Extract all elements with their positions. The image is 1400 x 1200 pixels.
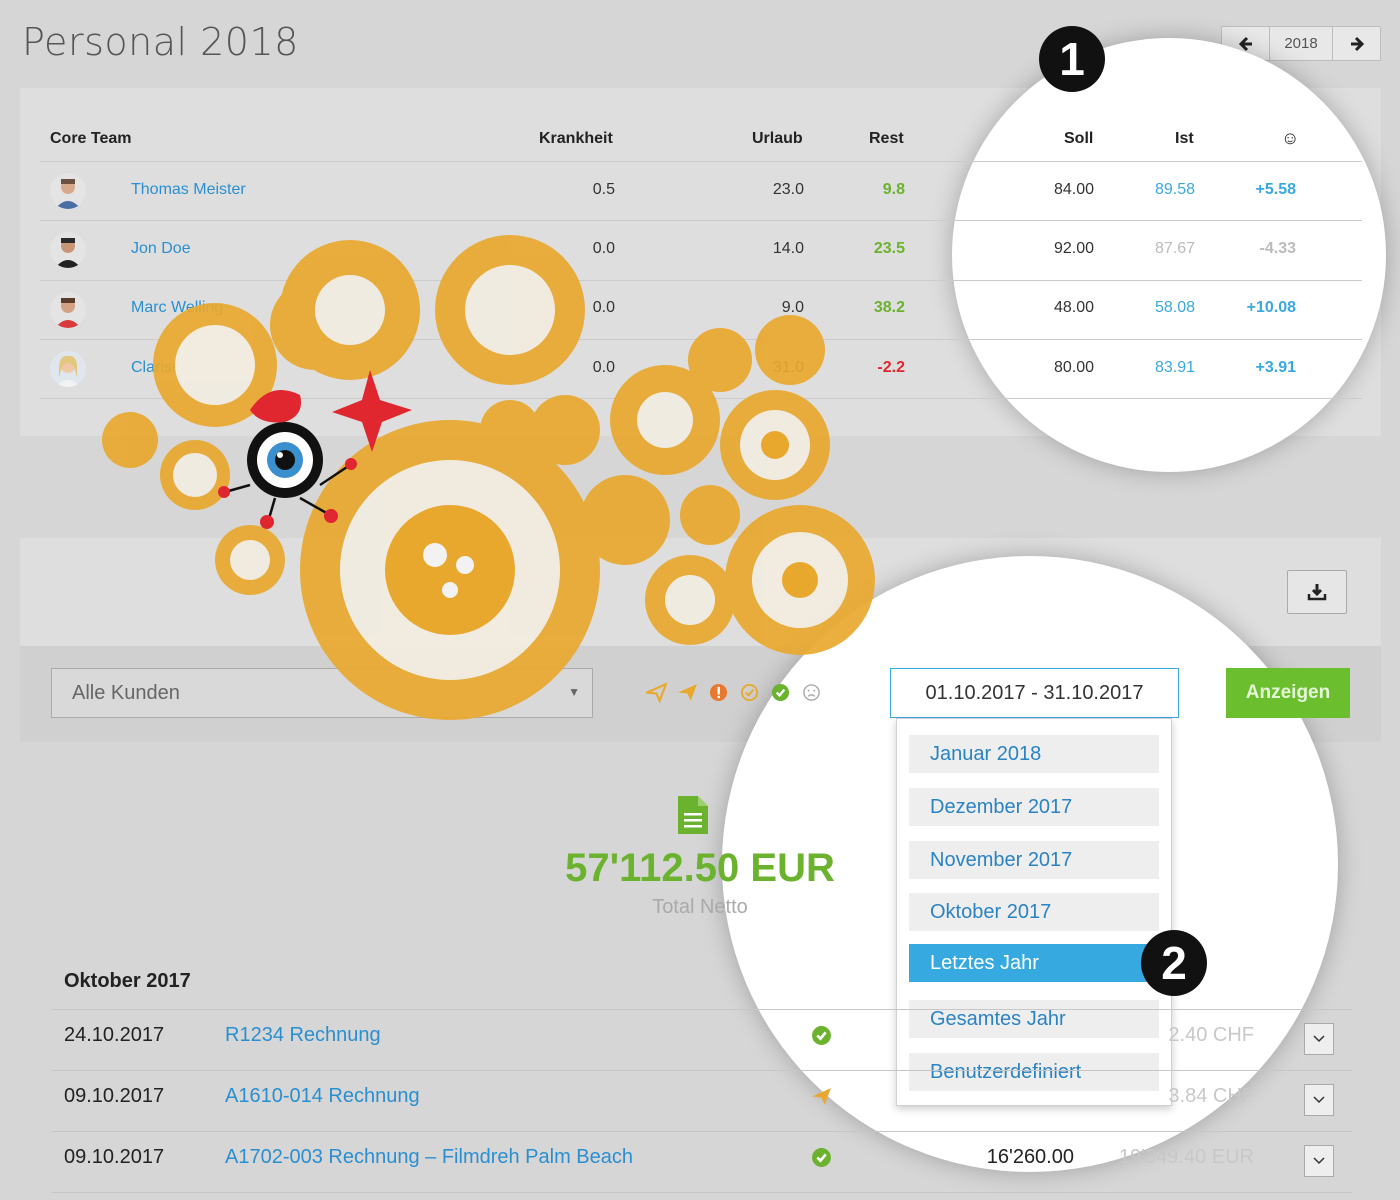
actual-value: 58.08 (1154, 299, 1195, 316)
download-icon (1307, 584, 1327, 601)
date-range-input[interactable]: 01.10.2017 - 31.10.2017 (890, 668, 1179, 718)
header-core-team: Core Team (50, 130, 132, 147)
avatar (50, 292, 86, 328)
row-expand-button[interactable] (1304, 1145, 1334, 1177)
illness-value: 0.0 (592, 240, 615, 257)
customer-select-value: Alle Kunden (72, 682, 180, 704)
target-value: 84.00 (1053, 181, 1094, 198)
difference-value: +10.08 (1246, 299, 1296, 316)
employee-name-link[interactable]: Thomas Meister (131, 181, 246, 199)
difference-value: +5.58 (1255, 181, 1296, 198)
illness-value: 0.0 (592, 299, 615, 316)
row-expand-button[interactable] (1304, 1023, 1334, 1055)
chevron-down-icon (1313, 1157, 1325, 1165)
chevron-down-icon (1313, 1096, 1325, 1104)
vacation-value: 31.0 (772, 359, 804, 376)
target-value: 48.00 (1053, 299, 1094, 316)
next-year-button[interactable] (1333, 27, 1380, 60)
row-divider (52, 1070, 1352, 1071)
customer-select[interactable]: Alle Kunden ▼ (51, 668, 593, 718)
page-title: Personal 2018 (22, 20, 299, 64)
month-heading: Oktober 2017 (64, 970, 191, 992)
employee-name-link[interactable]: Clarissa Cler (131, 359, 223, 377)
actual-value: 87.67 (1154, 240, 1195, 257)
header-target: Soll (1064, 130, 1094, 147)
avatar (50, 351, 86, 387)
show-button[interactable]: Anzeigen (1226, 668, 1350, 718)
target-value: 80.00 (1053, 359, 1094, 376)
invoice-title-link[interactable]: A1702-003 Rechnung – Filmdreh Palm Beach (225, 1146, 633, 1169)
target-value: 92.00 (1053, 240, 1094, 257)
row-divider (40, 220, 1362, 221)
header-vacation: Urlaub (752, 130, 803, 147)
header-illness: Krankheit (539, 130, 613, 147)
total-amount: 57'112.50 EUR (565, 846, 835, 890)
caret-down-icon: ▼ (568, 685, 580, 699)
invoice-title-link[interactable]: A1610-014 Rechnung (225, 1085, 420, 1108)
actual-value: 83.91 (1154, 359, 1195, 376)
difference-value: -4.33 (1259, 240, 1296, 257)
exclamation-circle-icon[interactable] (708, 682, 729, 703)
illness-value: 0.0 (592, 359, 615, 376)
rest-value: 38.2 (873, 299, 905, 316)
current-year: 2018 (1269, 27, 1333, 60)
invoice-date: 09.10.2017 (64, 1146, 165, 1168)
paper-plane-icon (811, 1086, 832, 1107)
invoice-net: 16'260.00 (986, 1146, 1074, 1168)
rest-value: -2.2 (877, 359, 905, 376)
row-expand-button[interactable] (1304, 1084, 1334, 1116)
invoice-date: 09.10.2017 (64, 1085, 165, 1107)
row-divider (40, 161, 1362, 162)
invoice-gross: 19'349.40 EUR (1118, 1146, 1254, 1168)
rest-value: 9.8 (882, 181, 905, 198)
dropdown-option-january-2018[interactable]: Januar 2018 (909, 735, 1159, 773)
check-circle-icon (811, 1147, 832, 1168)
illness-value: 0.5 (592, 181, 615, 198)
row-divider (40, 398, 1362, 399)
header-actual: Ist (1175, 130, 1194, 147)
paper-plane-outline-icon[interactable] (646, 682, 667, 703)
document-icon (676, 796, 710, 839)
invoice-gross: 2.40 CHF (1168, 1024, 1254, 1046)
avatar (50, 232, 86, 268)
callout-badge-2: 2 (1141, 930, 1207, 996)
invoice-title-link[interactable]: R1234 Rechnung (225, 1024, 381, 1047)
invoice-date: 24.10.2017 (64, 1024, 165, 1046)
download-button[interactable] (1287, 570, 1347, 614)
employee-name-link[interactable]: Marc Welling (131, 299, 223, 317)
row-divider (40, 280, 1362, 281)
rest-value: 23.5 (873, 240, 905, 257)
total-label: Total Netto (652, 896, 748, 918)
callout-badge-1: 1 (1039, 26, 1105, 92)
invoice-gross: 3.84 CHF (1168, 1085, 1254, 1107)
arrow-right-icon (1350, 36, 1364, 51)
check-circle-icon (811, 1025, 832, 1046)
row-divider (52, 1131, 1352, 1132)
header-rest: Rest (869, 130, 904, 147)
status-filter-icons (646, 682, 822, 703)
row-divider (40, 339, 1362, 340)
actual-value: 89.58 (1154, 181, 1195, 198)
chevron-down-icon (1313, 1035, 1325, 1043)
dropdown-option-last-year[interactable]: Letztes Jahr (909, 944, 1149, 982)
check-circle-outline-icon[interactable] (739, 682, 760, 703)
row-divider (52, 1009, 1352, 1010)
check-circle-icon[interactable] (770, 682, 791, 703)
dropdown-option-december-2017[interactable]: Dezember 2017 (909, 788, 1159, 826)
row-divider (52, 1192, 1352, 1193)
vacation-value: 23.0 (772, 181, 804, 198)
employee-name-link[interactable]: Jon Doe (131, 240, 191, 258)
difference-value: +3.91 (1255, 359, 1296, 376)
frown-icon[interactable] (801, 682, 822, 703)
vacation-value: 14.0 (772, 240, 804, 257)
paper-plane-icon[interactable] (677, 682, 698, 703)
avatar (50, 173, 86, 209)
header-mood: ☺ (1281, 128, 1300, 148)
vacation-value: 9.0 (781, 299, 804, 316)
